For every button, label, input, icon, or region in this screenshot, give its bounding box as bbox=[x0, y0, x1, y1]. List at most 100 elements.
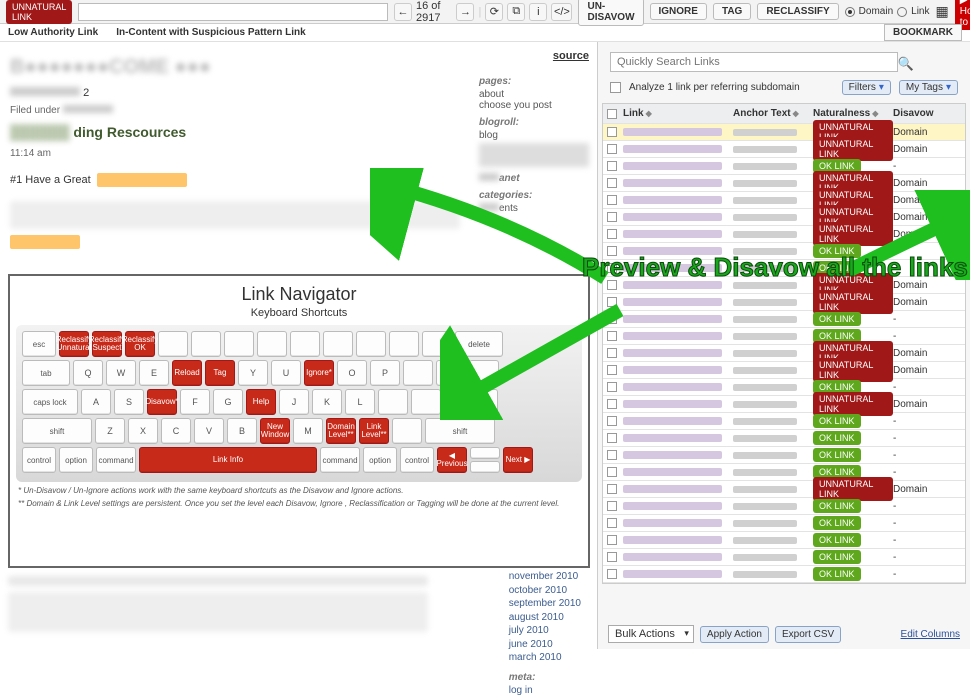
bulk-actions-select[interactable]: Bulk Actions bbox=[608, 625, 694, 643]
table-row[interactable]: OK LINK- bbox=[603, 379, 965, 396]
naturalness-badge: OK LINK bbox=[813, 567, 861, 581]
row-checkbox[interactable] bbox=[607, 501, 617, 511]
reclassify-button[interactable]: RECLASSIFY bbox=[757, 3, 838, 20]
disavow-scope: Domain bbox=[893, 297, 949, 308]
export-csv-button[interactable]: Export CSV bbox=[775, 626, 841, 643]
key-tab: tab bbox=[22, 360, 70, 386]
naturalness-badge: UNNATURAL LINK bbox=[813, 358, 893, 382]
timestamp: 11:14 am bbox=[10, 148, 460, 159]
table-row[interactable]: OK LINK- bbox=[603, 464, 965, 481]
naturalness-badge: UNNATURAL LINK bbox=[813, 137, 893, 161]
disavow-scope: - bbox=[893, 416, 949, 427]
table-row[interactable]: OK LINK- bbox=[603, 498, 965, 515]
table-row[interactable]: UNNATURAL LINKDomain bbox=[603, 396, 965, 413]
row-checkbox[interactable] bbox=[607, 450, 617, 460]
disavow-scope: - bbox=[893, 161, 949, 172]
nav-cluster: ← 16 of 2917 → | ⟳ ⧉ i </> bbox=[394, 0, 572, 24]
search-icon[interactable]: 🔍 bbox=[898, 56, 914, 72]
post-heading: ██████ ding Rescources bbox=[10, 124, 460, 140]
table-row[interactable]: UNNATURAL LINKDomain bbox=[603, 124, 965, 141]
code-icon[interactable]: </> bbox=[551, 3, 572, 21]
next-button[interactable]: → bbox=[456, 3, 474, 21]
footnote-1: * Un-Disavow / Un-Ignore actions work wi… bbox=[18, 486, 580, 495]
disavow-scope: - bbox=[893, 433, 949, 444]
row-checkbox[interactable] bbox=[607, 127, 617, 137]
naturalness-badge: UNNATURAL LINK bbox=[813, 477, 893, 501]
table-row[interactable]: OK LINK - bbox=[603, 566, 965, 583]
edit-columns-link[interactable]: Edit Columns bbox=[901, 629, 960, 640]
row-checkbox[interactable] bbox=[607, 144, 617, 154]
select-all-checkbox[interactable] bbox=[607, 109, 617, 119]
key-caps: caps lock bbox=[22, 389, 78, 415]
highlighted-anchor bbox=[97, 173, 187, 187]
source-link[interactable]: source bbox=[553, 50, 589, 62]
table-row[interactable]: OK LINK- bbox=[603, 311, 965, 328]
table-row[interactable]: OK LINK- bbox=[603, 447, 965, 464]
table-row[interactable]: OK LINK - bbox=[603, 413, 965, 430]
key-disavow: Disavow* bbox=[147, 389, 177, 415]
count-label: 2 bbox=[83, 87, 89, 99]
table-row[interactable]: OK LINK- bbox=[603, 158, 965, 175]
col-anchor: Anchor Text bbox=[733, 108, 791, 119]
level-radiogroup: Domain Link bbox=[845, 6, 930, 17]
col-naturalness: Naturalness bbox=[813, 108, 870, 119]
disavow-scope: Domain bbox=[893, 348, 949, 359]
naturalness-badge: OK LINK bbox=[813, 414, 861, 428]
radio-link[interactable] bbox=[897, 7, 907, 17]
disavow-scope: - bbox=[893, 467, 949, 478]
key-previous: ◀ Previous bbox=[437, 447, 467, 473]
table-row[interactable]: UNNATURAL LINKDomain bbox=[603, 294, 965, 311]
disavow-scope: - bbox=[893, 569, 949, 580]
disavow-scope: - bbox=[893, 450, 949, 461]
ignore-button[interactable]: IGNORE bbox=[650, 3, 707, 20]
naturalness-badge: UNNATURAL LINK bbox=[813, 290, 893, 314]
external-icon[interactable]: ⧉ bbox=[507, 3, 525, 21]
filters-button[interactable]: Filters ▾ bbox=[842, 80, 891, 95]
naturalness-badge: OK LINK bbox=[813, 533, 861, 547]
row-checkbox[interactable] bbox=[607, 518, 617, 528]
footnote-2: ** Domain & Link Level settings are pers… bbox=[18, 499, 580, 508]
naturalness-badge: OK LINK bbox=[813, 431, 861, 445]
site-title: B●●●●●●●COME ●●● bbox=[10, 56, 460, 79]
row-checkbox[interactable] bbox=[607, 535, 617, 545]
undisavow-button[interactable]: UN-DISAVOW bbox=[578, 0, 643, 26]
table-row[interactable]: OK LINK- bbox=[603, 515, 965, 532]
disavow-scope: Domain bbox=[893, 399, 949, 410]
mytags-button[interactable]: My Tags ▾ bbox=[899, 80, 958, 95]
url-input[interactable] bbox=[78, 3, 388, 21]
table-row[interactable]: OK LINK - bbox=[603, 430, 965, 447]
prev-button[interactable]: ← bbox=[394, 3, 412, 21]
table-row[interactable]: UNNATURAL LINKDomain bbox=[603, 481, 965, 498]
flag-in-content: In-Content with Suspicious Pattern Link bbox=[116, 27, 305, 38]
table-row[interactable]: UNNATURAL LINKDomain bbox=[603, 141, 965, 158]
naturalness-badge: OK LINK bbox=[813, 312, 861, 326]
disavow-scope: - bbox=[893, 501, 949, 512]
search-input[interactable] bbox=[610, 52, 898, 72]
row-checkbox[interactable] bbox=[607, 552, 617, 562]
key-shift: shift bbox=[22, 418, 92, 444]
grid-icon[interactable]: ▦ bbox=[936, 3, 949, 20]
table-row[interactable]: OK LINK- bbox=[603, 549, 965, 566]
status-badge: UNNATURAL LINK bbox=[6, 0, 72, 24]
table-row[interactable]: OK LINK- bbox=[603, 328, 965, 345]
row-checkbox[interactable] bbox=[607, 433, 617, 443]
table-row[interactable]: OK LINK - bbox=[603, 532, 965, 549]
analyze-checkbox[interactable] bbox=[610, 82, 621, 93]
table-header: Link◆ Anchor Text◆ Naturalness◆ Disavow bbox=[603, 104, 965, 124]
tag-button[interactable]: TAG bbox=[713, 3, 751, 20]
annotation-arrow-2 bbox=[440, 300, 640, 420]
row-checkbox[interactable] bbox=[607, 467, 617, 477]
reload-icon[interactable]: ⟳ bbox=[485, 3, 503, 21]
apply-action-button[interactable]: Apply Action bbox=[700, 626, 769, 643]
table-row[interactable]: UNNATURAL LINKDomain bbox=[603, 345, 965, 362]
row-checkbox[interactable] bbox=[607, 569, 617, 579]
disavow-scope: - bbox=[893, 382, 949, 393]
disavow-scope: - bbox=[893, 331, 949, 342]
bookmark-button[interactable]: BOOKMARK bbox=[884, 24, 962, 41]
info-icon[interactable]: i bbox=[529, 3, 547, 21]
key-esc: esc bbox=[22, 331, 56, 357]
table-row[interactable]: UNNATURAL LINKDomain bbox=[603, 362, 965, 379]
disavow-scope: - bbox=[893, 535, 949, 546]
radio-domain[interactable] bbox=[845, 7, 855, 17]
row-checkbox[interactable] bbox=[607, 484, 617, 494]
